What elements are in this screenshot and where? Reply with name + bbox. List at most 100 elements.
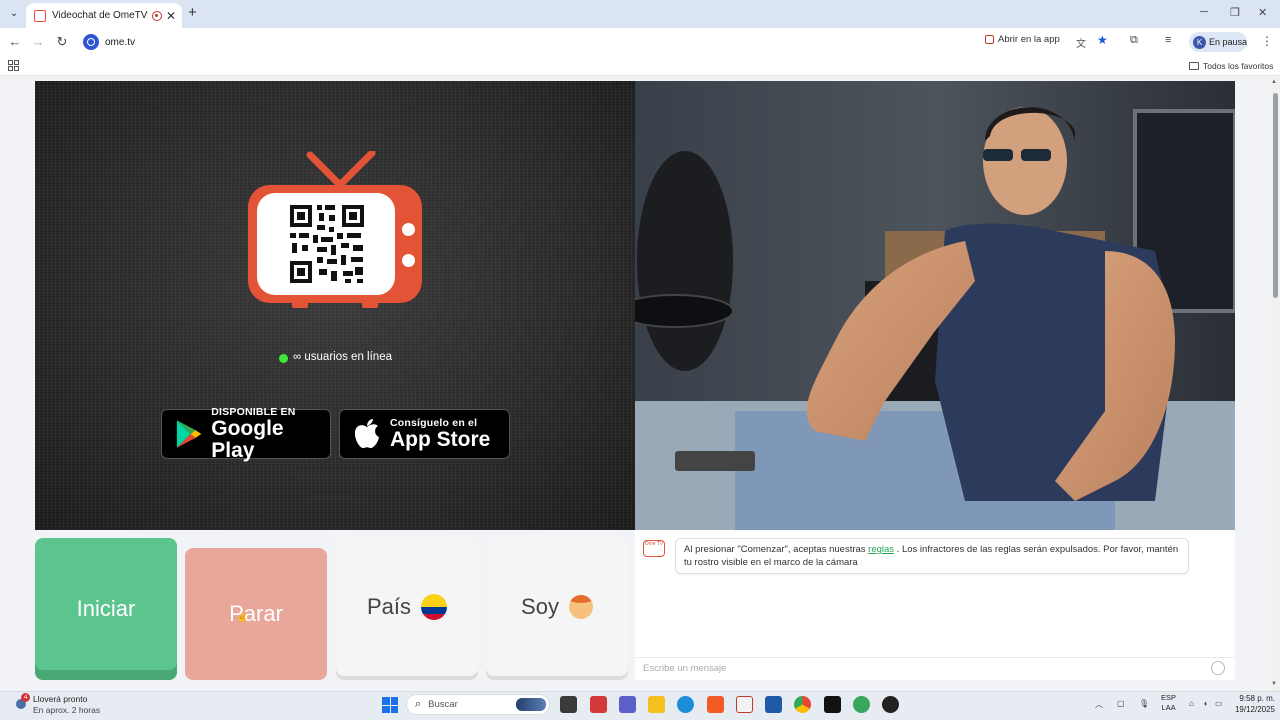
tv-body [248,185,422,303]
gender-button[interactable]: Soy [486,538,628,676]
app-red-icon[interactable] [590,696,607,713]
profile-avatar: K [1193,35,1206,49]
ometv-app-icon[interactable] [736,696,753,713]
start-label: Iniciar [76,596,136,621]
show-hidden-icons-icon[interactable]: ︿ [1095,699,1103,710]
mouse-cursor-icon: ☝ [236,612,249,623]
all-bookmarks-label: Todos los favoritos [1203,61,1274,71]
brave-icon[interactable] [707,696,724,713]
search-placeholder: Buscar [428,699,458,710]
new-tab-button[interactable]: + [188,4,197,21]
language-line1: ESP [1161,693,1177,702]
store-icon[interactable] [765,696,782,713]
scroll-down-icon[interactable]: ▼ [1271,681,1277,687]
open-in-app-button[interactable]: Abrir en la app [985,34,1060,45]
app-dark-icon[interactable] [882,696,899,713]
teams-icon[interactable] [619,696,636,713]
tray-app-icon[interactable]: ▢ [1117,699,1125,708]
notification-badge: 4 [21,693,30,702]
tv-knob-top [402,223,415,236]
back-icon[interactable]: ← [6,33,24,51]
google-play-badge[interactable]: DISPONIBLE EN Google Play [161,406,331,462]
clock[interactable]: 9:58 p. m. 19/12/2025 [1225,693,1275,715]
own-camera-video [635,81,1235,530]
emoji-icon[interactable] [1211,661,1225,675]
system-message: Al presionar "Comenzar", aceptas nuestra… [675,538,1189,574]
microphone-icon[interactable]: 🎙 [1139,699,1149,708]
app-store-line2: App Store [390,428,491,451]
edge-icon[interactable] [677,696,694,713]
open-in-app-label: Abrir en la app [998,34,1060,45]
search-highlight-image [516,698,546,711]
tab-search-icon[interactable]: ⌄ [6,6,22,22]
tab-title: Videochat de OmeTV: alte [52,10,148,21]
message-input[interactable]: Escribe un mensaje [635,657,1235,679]
tv-feet [292,301,378,308]
profile-status: En pausa [1208,37,1248,47]
clock-time: 9:58 p. m. [1239,694,1275,703]
browser-tab[interactable]: Videochat de OmeTV: alte ✕ [26,3,182,28]
language-line2: LAA [1161,703,1176,712]
chrome-icon[interactable] [794,696,811,713]
folder-icon [1189,62,1199,70]
translate-icon[interactable]: 文 [1076,35,1086,50]
apps-grid-icon[interactable] [8,60,19,71]
url-text: ome.tv [105,36,136,48]
app-icon [985,35,994,44]
bookmarks-bar [0,56,1280,76]
file-explorer-icon[interactable] [648,696,665,713]
weather-widget[interactable]: 4 Lloverá pronto En aprox. 2 horas [14,692,114,718]
maximize-icon[interactable]: ❐ [1230,6,1240,19]
bookmark-star-icon[interactable]: ★ [1097,33,1108,47]
reload-icon[interactable]: ↻ [53,33,71,51]
tv-knob-bottom [402,254,415,267]
apple-icon [354,419,379,449]
app-store-badge[interactable]: Consíguelo en el App Store [339,409,510,459]
windows-start-icon[interactable] [382,697,398,713]
ometv-logo-icon: Ome TV [643,540,665,557]
menu-icon[interactable]: ⋮ [1261,34,1273,48]
site-favicon-icon [34,9,46,22]
stop-button[interactable]: Parar [185,548,327,680]
taskbar [0,691,1280,720]
online-status-dot [279,354,288,363]
stranger-video-panel: ∞ usuarios en línea DISPONIBLE EN Google… [35,81,635,530]
gender-label: Soy [521,594,559,619]
google-play-line2: Google Play [211,417,284,462]
site-info-icon[interactable] [83,34,99,50]
search-icon: ⌕ [415,698,422,710]
scrollbar-thumb[interactable] [1273,93,1278,298]
close-window-icon[interactable]: ✕ [1258,6,1267,19]
scroll-up-icon[interactable]: ▲ [1271,79,1277,85]
country-label: País [366,594,412,619]
rules-link[interactable]: reglas [868,544,894,555]
battery-icon[interactable]: ▭ [1215,699,1223,708]
weather-subtitle: En aprox. 2 horas [33,705,101,715]
extensions-icon[interactable]: ⧉ [1130,34,1138,47]
language-indicator[interactable]: ESP LAA [1161,693,1176,713]
volume-icon[interactable]: ◖ [1203,699,1208,708]
qr-tv-logo[interactable] [248,151,424,311]
clock-date: 19/12/2025 [1234,705,1275,714]
media-controls-icon[interactable]: ≡ [1165,34,1171,46]
profile-button[interactable]: K En pausa [1189,32,1247,52]
tradingview-icon[interactable] [824,696,841,713]
all-bookmarks-button[interactable]: Todos los favoritos [1189,61,1273,71]
colombia-flag-icon [421,594,448,620]
qr-code-icon [290,205,364,283]
app-green-icon[interactable] [853,696,870,713]
country-button[interactable]: País [336,538,478,676]
recording-icon [151,10,162,21]
message-text-before: Al presionar "Comenzar", aceptas nuestra… [684,544,869,555]
minimize-icon[interactable]: ─ [1200,6,1208,18]
taskbar-search[interactable]: ⌕ Buscar [406,694,550,715]
forward-icon[interactable]: → [29,33,47,51]
google-play-icon [176,420,202,448]
network-icon[interactable]: ⌂ [1189,699,1194,708]
task-view-icon[interactable] [560,696,577,713]
close-tab-icon[interactable]: ✕ [166,9,176,23]
start-button[interactable]: Iniciar [35,538,177,680]
camera-feed-image [635,81,1235,530]
online-users-text: ∞ usuarios en línea [293,351,392,363]
boy-icon [568,595,593,619]
